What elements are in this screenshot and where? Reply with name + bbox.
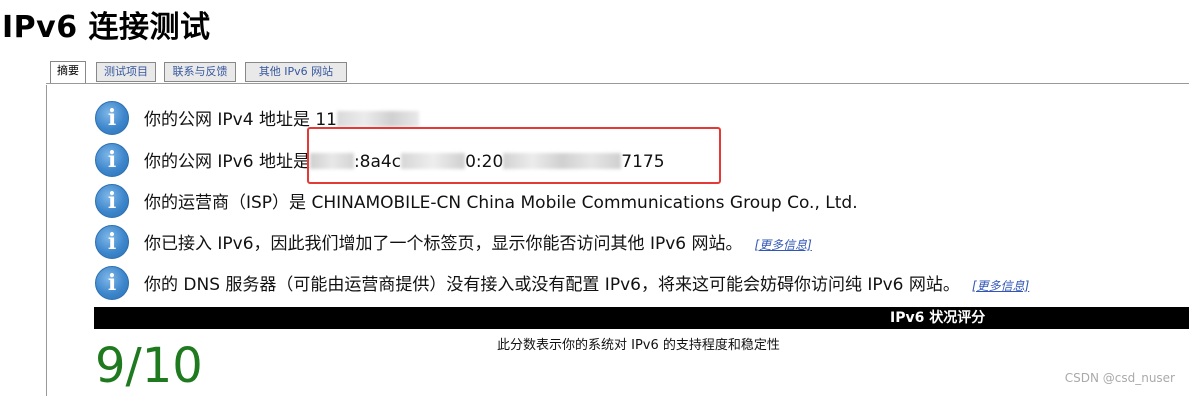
page-title: IPv6 连接测试: [2, 10, 211, 45]
score-header-bar: IPv6 状况评分: [94, 307, 1189, 329]
ipv6-access-text: 你已接入 IPv6，因此我们增加了一个标签页，显示你能否访问其他 IPv6 网站…: [144, 234, 743, 254]
tab-contact-feedback[interactable]: 联系与反馈: [164, 62, 236, 82]
tab-other-ipv6-sites[interactable]: 其他 IPv6 网站: [245, 62, 347, 82]
score-value: 9/10: [95, 338, 203, 394]
score-header: IPv6 状况评分: [890, 310, 986, 326]
score-description: 此分数表示你的系统对 IPv6 的支持程度和稳定性: [497, 338, 780, 353]
more-info-link[interactable]: [更多信息]: [972, 279, 1029, 293]
tab-divider: [46, 83, 1189, 84]
tab-summary[interactable]: 摘要: [50, 61, 86, 84]
dns-text: 你的 DNS 服务器（可能由运营商提供）没有接入或没有配置 IPv6，将来这可能…: [144, 275, 960, 295]
ipv6-label: 你的公网 IPv6 地址是: [144, 152, 310, 172]
tab-bar: 摘要 测试项目 联系与反馈 其他 IPv6 网站: [46, 57, 1189, 85]
tab-test-items[interactable]: 测试项目: [96, 62, 156, 82]
info-icon: i: [95, 143, 129, 177]
watermark: CSDN @csd_nuser: [1064, 371, 1175, 385]
redacted-blur: [337, 111, 419, 127]
info-icon: i: [95, 266, 129, 300]
content-border: [46, 85, 47, 396]
info-icon: i: [95, 101, 129, 135]
more-info-link[interactable]: [更多信息]: [755, 238, 812, 252]
info-icon: i: [95, 225, 129, 259]
info-icon: i: [95, 184, 129, 218]
isp-text: 你的运营商（ISP）是 CHINAMOBILE-CN China Mobile …: [144, 193, 858, 213]
ipv6-highlight-box: [307, 127, 721, 184]
